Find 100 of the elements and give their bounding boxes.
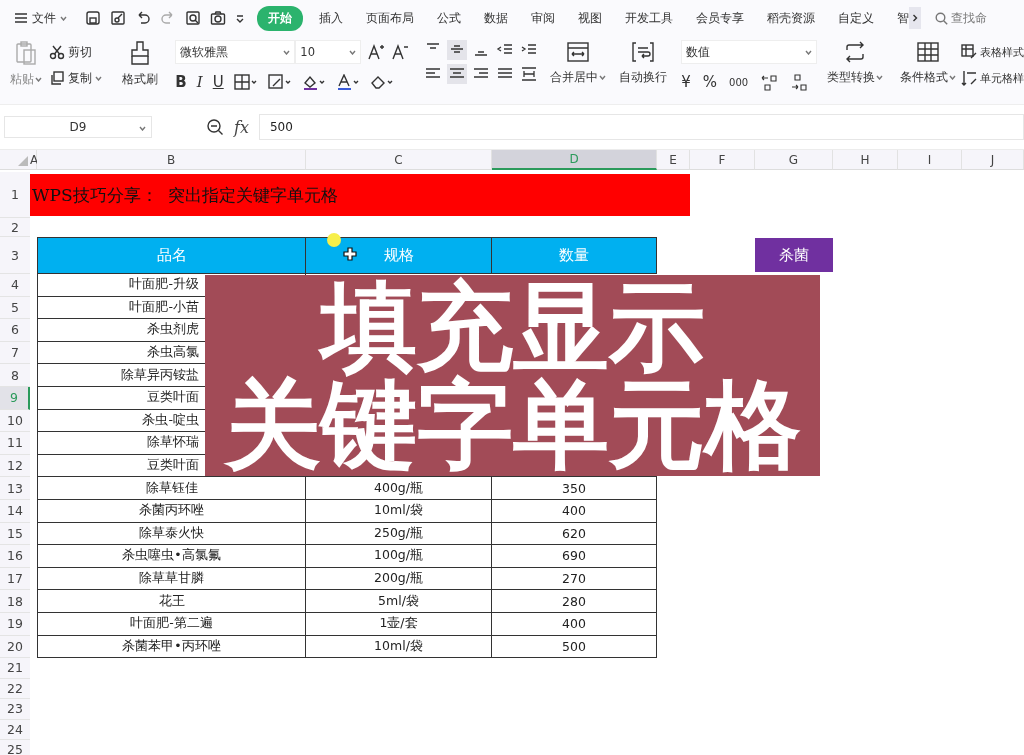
row-header[interactable]: 12 xyxy=(0,454,30,478)
underline-button[interactable]: U xyxy=(212,73,224,91)
row-header[interactable]: 13 xyxy=(0,477,30,500)
wrap-text-button[interactable]: 自动换行 xyxy=(618,70,667,85)
type-convert-button[interactable]: 类型转换 xyxy=(826,70,883,85)
column-header[interactable]: B xyxy=(37,150,306,170)
column-header[interactable]: I xyxy=(898,150,962,170)
file-menu[interactable]: 文件 xyxy=(10,7,71,29)
caret-icon[interactable] xyxy=(875,75,883,80)
save-icon[interactable] xyxy=(85,10,101,26)
decrease-font-icon[interactable] xyxy=(391,43,410,61)
borders-icon[interactable] xyxy=(233,74,258,90)
bold-button[interactable]: B xyxy=(175,73,187,91)
format-painter-button[interactable]: 格式刷 xyxy=(121,72,158,87)
fill-color-icon[interactable] xyxy=(301,74,326,90)
row-header[interactable]: 19 xyxy=(0,612,30,636)
row-header[interactable]: 6 xyxy=(0,319,30,342)
row-header[interactable]: 14 xyxy=(0,499,30,523)
caret-icon[interactable] xyxy=(598,75,606,80)
caret-icon[interactable] xyxy=(349,49,357,55)
italic-button[interactable]: I xyxy=(196,73,203,91)
cell-style-icon[interactable] xyxy=(961,70,977,86)
print-preview-icon[interactable] xyxy=(185,10,201,26)
merge-center-button[interactable]: 合并居中 xyxy=(549,70,606,85)
row-header[interactable]: 15 xyxy=(0,522,30,546)
row-header[interactable]: 10 xyxy=(0,409,30,433)
column-header[interactable]: E xyxy=(657,150,690,170)
copy-button[interactable]: 复制 xyxy=(49,70,119,86)
wrap-text-icon[interactable] xyxy=(630,40,655,64)
ribbon-tab[interactable]: 插入 xyxy=(312,5,350,31)
caret-icon[interactable] xyxy=(139,126,146,131)
row-header[interactable]: 1 xyxy=(0,172,30,218)
row-header[interactable]: 11 xyxy=(0,432,30,455)
fill-pattern-icon[interactable] xyxy=(267,74,292,90)
row-header[interactable]: 25 xyxy=(0,740,30,755)
row-header[interactable]: 2 xyxy=(0,218,30,237)
row-header[interactable]: 7 xyxy=(0,341,30,365)
font-color-icon[interactable] xyxy=(335,74,360,90)
align-center-icon[interactable] xyxy=(447,64,468,84)
row-header[interactable]: 23 xyxy=(0,699,30,720)
ribbon-tab[interactable]: 审阅 xyxy=(524,5,562,31)
table-style-button[interactable]: 表格样式 xyxy=(961,44,1024,60)
ribbon-tab[interactable]: 页面布局 xyxy=(359,5,421,31)
caret-icon[interactable] xyxy=(60,15,67,21)
caret-icon[interactable] xyxy=(95,75,103,81)
table-style-icon[interactable] xyxy=(961,44,977,60)
row-header[interactable]: 22 xyxy=(0,678,30,700)
percent-button[interactable]: % xyxy=(702,73,718,91)
scissors-icon[interactable] xyxy=(49,44,66,60)
number-format-select[interactable]: 数值 xyxy=(681,40,818,64)
caret-icon[interactable] xyxy=(805,49,813,55)
function-icon[interactable]: fx xyxy=(234,117,249,137)
font-select[interactable]: 微软雅黑 xyxy=(175,40,296,64)
ribbon-tab[interactable]: 数据 xyxy=(477,5,515,31)
column-header[interactable]: C xyxy=(306,150,492,170)
cut-button[interactable]: 剪切 xyxy=(49,44,119,60)
name-box[interactable]: D9 xyxy=(4,116,152,138)
paste-button[interactable]: 粘贴 xyxy=(9,72,42,87)
more-tabs-button[interactable] xyxy=(909,7,921,29)
column-header[interactable]: F xyxy=(690,150,755,170)
row-header[interactable]: 18 xyxy=(0,590,30,613)
row-header[interactable]: 3 xyxy=(0,237,30,274)
menu-icon[interactable] xyxy=(14,12,28,24)
increase-decimal-icon[interactable] xyxy=(760,73,779,91)
ribbon-tab[interactable]: 开发工具 xyxy=(618,5,680,31)
ribbon-tab[interactable]: 稻壳资源 xyxy=(760,5,822,31)
ribbon-tab[interactable]: 自定义 xyxy=(831,5,881,31)
conditional-format-icon[interactable] xyxy=(915,40,940,64)
conditional-format-button[interactable]: 条件格式 xyxy=(899,70,956,85)
eraser-icon[interactable] xyxy=(369,74,394,90)
brush-icon[interactable] xyxy=(128,40,151,66)
font-size-select[interactable]: 10 xyxy=(295,40,362,64)
ribbon-tab[interactable]: 公式 xyxy=(430,5,468,31)
ribbon-tab[interactable]: 视图 xyxy=(571,5,609,31)
column-header[interactable]: H xyxy=(833,150,898,170)
increase-font-icon[interactable] xyxy=(367,43,386,61)
caret-icon[interactable] xyxy=(948,75,956,80)
currency-button[interactable]: ¥ xyxy=(681,73,691,91)
ribbon-tab[interactable]: 智 xyxy=(890,5,909,31)
caret-icon[interactable] xyxy=(34,77,42,82)
thousands-button[interactable]: 000 xyxy=(729,76,749,88)
cell-style-button[interactable]: 单元格样 xyxy=(961,70,1024,86)
formula-input[interactable]: 500 xyxy=(258,114,1024,140)
decrease-decimal-icon[interactable] xyxy=(790,73,809,91)
align-middle-icon[interactable] xyxy=(447,40,468,60)
filter-button[interactable]: 杀菌 xyxy=(755,238,833,272)
row-header[interactable]: 16 xyxy=(0,545,30,568)
row-header[interactable]: 20 xyxy=(0,635,30,659)
row-header[interactable]: 8 xyxy=(0,364,30,387)
zoom-icon[interactable] xyxy=(206,118,224,136)
row-header[interactable]: 21 xyxy=(0,658,30,679)
search-field[interactable]: 查找命 xyxy=(935,9,987,27)
camera-icon[interactable] xyxy=(210,10,226,26)
merge-cells-icon[interactable] xyxy=(565,40,590,64)
chevron-right-icon[interactable] xyxy=(912,14,918,22)
column-header[interactable]: J xyxy=(962,150,1024,170)
caret-icon[interactable] xyxy=(283,49,291,55)
row-header[interactable]: 4 xyxy=(0,274,30,297)
dropdown-icon[interactable] xyxy=(235,13,245,23)
row-header[interactable]: 24 xyxy=(0,719,30,741)
